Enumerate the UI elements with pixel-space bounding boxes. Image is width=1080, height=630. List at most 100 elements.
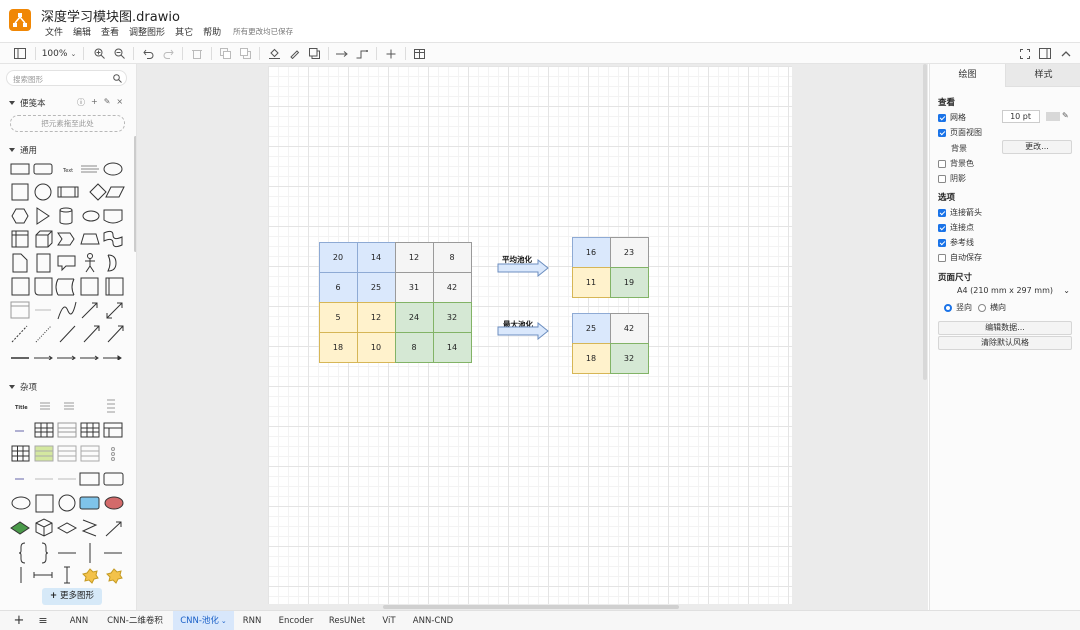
- grid-cell[interactable]: 14: [356, 241, 396, 273]
- connection-icon[interactable]: [334, 46, 350, 61]
- grid-cell[interactable]: 8: [432, 241, 472, 273]
- grid-cell[interactable]: 19: [609, 266, 649, 298]
- redo-icon[interactable]: [160, 46, 176, 61]
- shadow-checkbox[interactable]: 阴影: [938, 173, 966, 184]
- edit-icon[interactable]: ✎: [104, 97, 111, 108]
- general-shapes-palette[interactable]: Text: [10, 160, 125, 360]
- vertical-scrollbar[interactable]: [923, 64, 927, 380]
- to-front-icon[interactable]: [217, 46, 233, 61]
- close-icon[interactable]: ×: [116, 97, 123, 108]
- misc-shapes-palette[interactable]: Title: [10, 397, 125, 585]
- grid-cell[interactable]: 32: [609, 342, 649, 374]
- canvas-area[interactable]: 20 14 12 8 6 25 31 42 5 12 24 32 18 10 8 14 平均池化 最大池化 1…: [137, 64, 928, 610]
- grid-size-input[interactable]: 10 pt: [1002, 110, 1040, 123]
- grid-cell[interactable]: 14: [432, 331, 472, 363]
- menu-file[interactable]: 文件: [45, 25, 63, 38]
- avg-pool-arrow[interactable]: [497, 259, 549, 277]
- page-tab-cnn-conv[interactable]: CNN-二维卷积: [102, 611, 168, 630]
- grid-cell[interactable]: 10: [356, 331, 396, 363]
- menu-view[interactable]: 查看: [101, 25, 119, 38]
- grid-cell[interactable]: 5: [318, 301, 358, 333]
- more-shapes-button[interactable]: + 更多图形: [42, 588, 102, 605]
- page-size-select[interactable]: A4 (210 mm x 297 mm) ⌄: [938, 284, 1072, 297]
- collapse-icon[interactable]: [1058, 46, 1074, 61]
- help-icon[interactable]: ⓘ: [77, 97, 85, 108]
- clear-default-style-button[interactable]: 清除默认风格: [938, 336, 1072, 350]
- menu-arrange[interactable]: 调整图形: [129, 25, 165, 38]
- grid-color-swatch[interactable]: [1046, 112, 1060, 121]
- tab-diagram[interactable]: 绘图: [930, 64, 1005, 87]
- grid-cell[interactable]: 24: [394, 301, 434, 333]
- autosave-checkbox[interactable]: 自动保存: [938, 252, 982, 263]
- grid-cell[interactable]: 23: [609, 236, 649, 268]
- zoom-in-icon[interactable]: [91, 46, 107, 61]
- page-tab-rnn[interactable]: RNN: [238, 611, 266, 630]
- grid-cell[interactable]: 12: [394, 241, 434, 273]
- general-header[interactable]: 通用: [9, 144, 37, 156]
- pencil-icon[interactable]: ✎: [1062, 111, 1069, 120]
- fill-color-icon[interactable]: [266, 46, 282, 61]
- page-view-checkbox[interactable]: 页面视图: [938, 127, 982, 138]
- grid-cell[interactable]: 12: [356, 301, 396, 333]
- add-page-icon[interactable]: +: [11, 611, 27, 630]
- format-panel-icon[interactable]: [1037, 46, 1053, 61]
- menu-extras[interactable]: 其它: [175, 25, 193, 38]
- grid-cell[interactable]: 31: [394, 271, 434, 303]
- to-back-icon[interactable]: [237, 46, 253, 61]
- tab-style[interactable]: 样式: [1005, 64, 1080, 87]
- fullscreen-icon[interactable]: [1017, 46, 1033, 61]
- connection-points-checkbox[interactable]: 连接点: [938, 222, 974, 233]
- pages-menu-icon[interactable]: ≡: [35, 611, 51, 630]
- grid-cell[interactable]: 32: [432, 301, 472, 333]
- grid-cell[interactable]: 8: [394, 331, 434, 363]
- misc-header[interactable]: 杂项: [9, 381, 37, 393]
- zoom-select[interactable]: 100% ⌄: [42, 46, 77, 61]
- grid-cell[interactable]: 16: [571, 236, 611, 268]
- edit-data-button[interactable]: 编辑数据...: [938, 321, 1072, 335]
- connection-arrows-checkbox[interactable]: 连接箭头: [938, 207, 982, 218]
- scratchpad-dropzone[interactable]: 把元素拖至此处: [10, 115, 125, 132]
- grid-cell[interactable]: 25: [571, 312, 611, 344]
- grid-cell[interactable]: 18: [318, 331, 358, 363]
- grid-cell[interactable]: 42: [432, 271, 472, 303]
- table-icon[interactable]: [411, 46, 427, 61]
- insert-plus-icon[interactable]: [383, 46, 399, 61]
- undo-icon[interactable]: [140, 46, 156, 61]
- search-icon[interactable]: [113, 74, 122, 83]
- document-title[interactable]: 深度学习模块图.drawio: [41, 6, 180, 25]
- waypoints-icon[interactable]: [354, 46, 370, 61]
- guides-checkbox[interactable]: 参考线: [938, 237, 974, 248]
- menu-edit[interactable]: 编辑: [73, 25, 91, 38]
- background-color-checkbox[interactable]: 背景色: [938, 158, 974, 169]
- grid-checkbox[interactable]: 网格: [938, 112, 966, 123]
- grid-cell[interactable]: 20: [318, 241, 358, 273]
- add-icon[interactable]: +: [91, 97, 98, 108]
- page-tab-resunet[interactable]: ResUNet: [325, 611, 369, 630]
- grid-cell[interactable]: 18: [571, 342, 611, 374]
- input-feature-map[interactable]: 20 14 12 8 6 25 31 42 5 12 24 32 18 10 8 14: [318, 241, 472, 363]
- toggle-sidebar-icon[interactable]: [12, 46, 28, 61]
- horizontal-scrollbar[interactable]: [383, 605, 679, 609]
- line-color-icon[interactable]: [286, 46, 302, 61]
- delete-icon[interactable]: [189, 46, 205, 61]
- grid-cell[interactable]: 11: [571, 266, 611, 298]
- max-pool-arrow[interactable]: [497, 322, 549, 340]
- shape-search-input[interactable]: 搜索图形: [6, 70, 127, 86]
- shadow-icon[interactable]: [306, 46, 322, 61]
- diagram-page[interactable]: 20 14 12 8 6 25 31 42 5 12 24 32 18 10 8 14 平均池化 最大池化 1…: [268, 66, 792, 604]
- change-background-button[interactable]: 更改...: [1002, 140, 1072, 154]
- max-pool-output[interactable]: 25 42 18 32: [571, 312, 649, 374]
- page-tab-encoder[interactable]: Encoder: [274, 611, 318, 630]
- avg-pool-output[interactable]: 16 23 11 19: [571, 236, 649, 298]
- zoom-out-icon[interactable]: [111, 46, 127, 61]
- portrait-radio[interactable]: 竖向: [944, 302, 972, 313]
- page-tab-cnn-pooling[interactable]: CNN-池化 ⌄: [173, 611, 234, 630]
- landscape-radio[interactable]: 横向: [978, 302, 1006, 313]
- page-tab-ann[interactable]: ANN: [62, 611, 96, 630]
- grid-cell[interactable]: 25: [356, 271, 396, 303]
- menu-help[interactable]: 帮助: [203, 25, 221, 38]
- grid-cell[interactable]: 6: [318, 271, 358, 303]
- grid-cell[interactable]: 42: [609, 312, 649, 344]
- page-tab-ann-cnd[interactable]: ANN-CND: [408, 611, 458, 630]
- page-tab-vit[interactable]: ViT: [377, 611, 401, 630]
